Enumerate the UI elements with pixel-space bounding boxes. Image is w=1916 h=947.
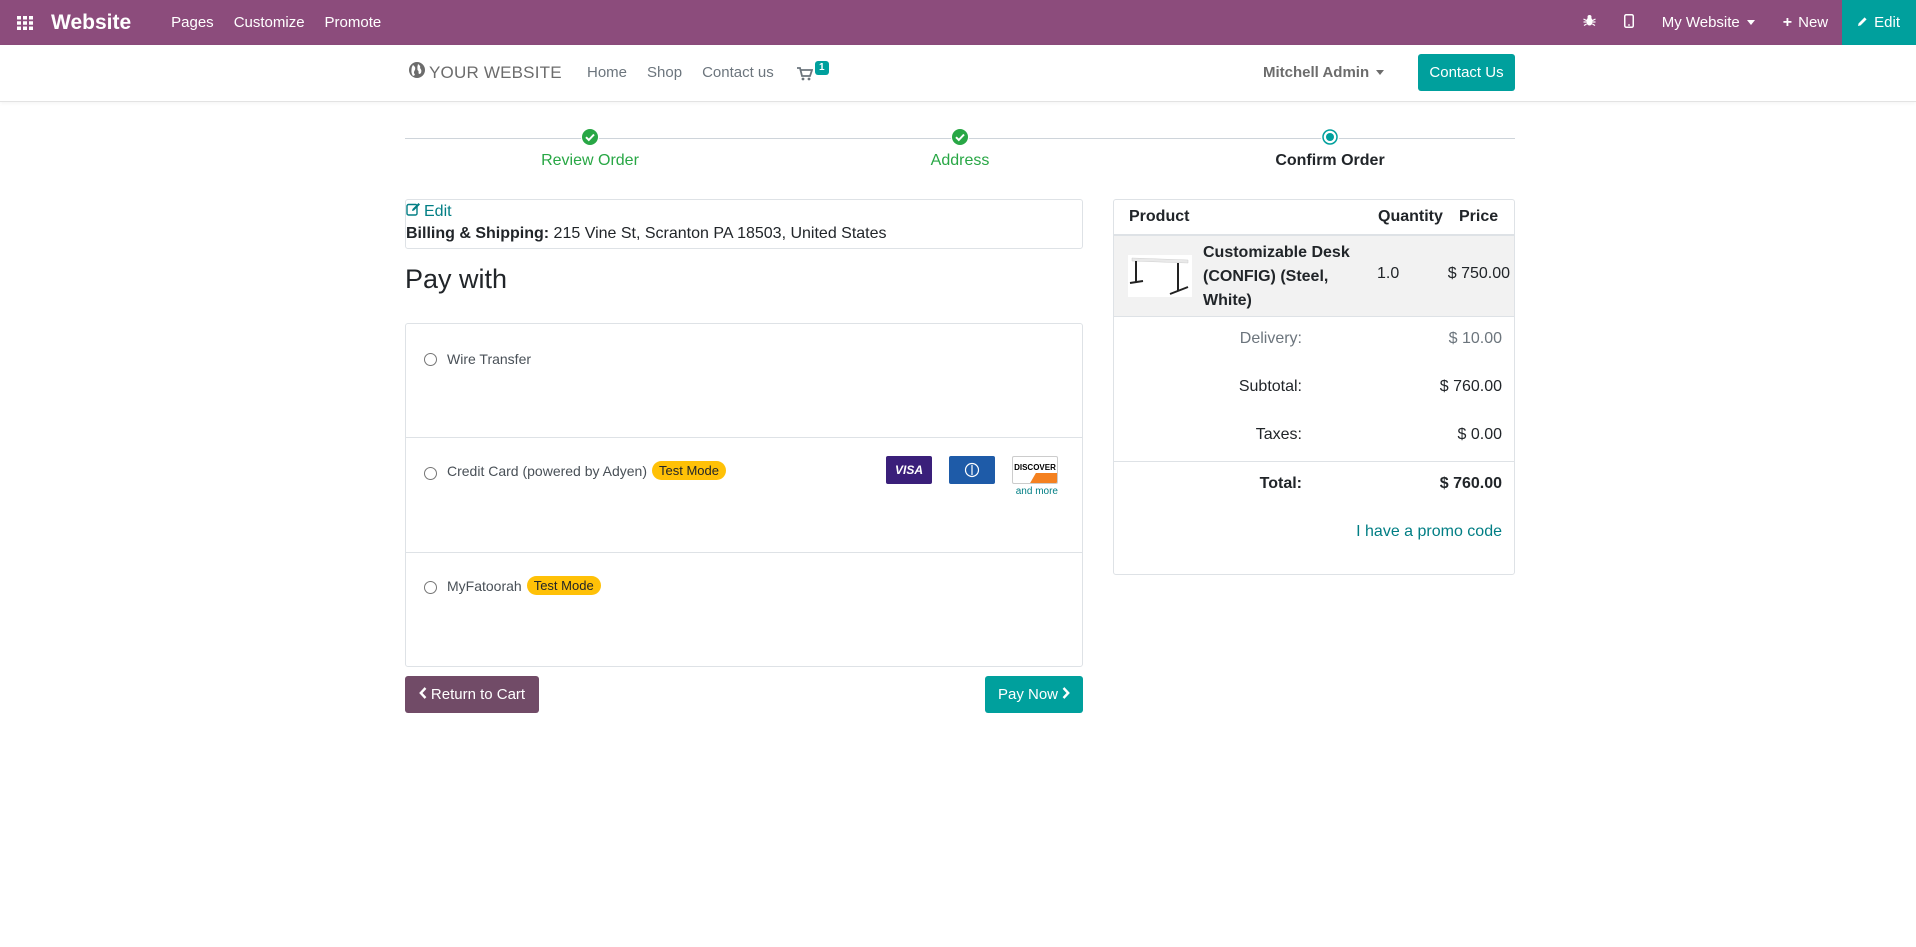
chevron-right-icon [1062, 686, 1070, 703]
plus-icon: + [1782, 13, 1793, 31]
step-label: Review Order [541, 152, 639, 169]
credit-card-label: Credit Card (powered by Adyen) [447, 462, 647, 479]
edit-button[interactable]: Edit [1842, 0, 1916, 45]
test-mode-badge: Test Mode [526, 576, 601, 595]
mobile-preview-button[interactable] [1610, 0, 1648, 45]
payment-methods: Wire Transfer Credit Card (powered by Ad… [405, 323, 1083, 667]
total-label: Total: [1259, 475, 1302, 492]
visa-card-icon: VISA [886, 456, 932, 484]
step-review-order[interactable]: Review Order [490, 128, 690, 170]
delivery-label: Delivery: [1239, 330, 1302, 347]
payment-option-label: Wire Transfer [447, 351, 531, 367]
cart-link[interactable]: 1 [797, 61, 833, 85]
admin-topbar: Website Pages Customize Promote My Websi… [0, 0, 1916, 45]
edit-address-label: Edit [424, 202, 452, 220]
product-price: $ 750.00 [1447, 265, 1510, 282]
column-product: Product [1129, 208, 1190, 225]
pay-now-label: Pay Now [997, 686, 1059, 703]
and-more-link[interactable]: and more [1016, 486, 1058, 497]
cart-count-badge: 1 [815, 61, 829, 75]
discover-text: DISCOVER [1014, 462, 1056, 472]
website-switcher-label: My Website [1661, 14, 1740, 31]
app-title[interactable]: Website [51, 11, 131, 35]
globe-icon [408, 61, 426, 84]
step-confirm-order: Confirm Order [1230, 128, 1430, 170]
edit-label: Edit [1874, 14, 1900, 31]
radio-wire-transfer[interactable] [424, 353, 437, 366]
diners-club-card-icon [949, 456, 995, 484]
address-line: Billing & Shipping: 215 Vine St, Scranto… [406, 225, 1082, 243]
step-label: Address [930, 152, 990, 169]
payment-option-credit-card[interactable]: Credit Card (powered by Adyen) Test Mode… [406, 438, 1082, 553]
website-switcher[interactable]: My Website [1648, 0, 1769, 45]
column-quantity: Quantity [1378, 208, 1443, 225]
promo-code-link[interactable]: I have a promo code [1356, 523, 1502, 541]
taxes-value: $ 0.00 [1457, 426, 1502, 443]
radio-credit-card[interactable] [424, 467, 437, 480]
test-mode-badge: Test Mode [652, 461, 726, 480]
new-label: New [1798, 14, 1829, 31]
chevron-down-icon [1746, 20, 1755, 25]
step-label: Confirm Order [1275, 152, 1385, 169]
menu-pages[interactable]: Pages [171, 14, 214, 31]
pencil-icon [1857, 14, 1868, 31]
subtotal-label: Subtotal: [1238, 378, 1302, 395]
discover-card-icon: DISCOVER [1012, 456, 1058, 484]
new-button[interactable]: + New [1769, 0, 1842, 45]
payment-option-myfatoorah[interactable]: MyFatoorah Test Mode [406, 553, 1082, 667]
product-quantity: 1.0 [1377, 265, 1400, 282]
order-line: Customizable Desk (CONFIG) (Steel, White… [1114, 236, 1514, 317]
total-divider [1114, 461, 1514, 462]
mobile-icon [1623, 13, 1634, 32]
return-to-cart-button[interactable]: Return to Cart [405, 676, 539, 713]
admin-menu: Pages Customize Promote [171, 14, 381, 31]
site-nav: Home Shop Contact us [587, 64, 774, 81]
pay-now-button[interactable]: Pay Now [985, 676, 1083, 713]
step-address[interactable]: Address [860, 128, 1060, 170]
user-name: Mitchell Admin [1263, 64, 1370, 81]
myfatoorah-label: MyFatoorah [447, 577, 522, 594]
admin-actions: My Website + New Edit [1569, 0, 1916, 45]
product-image[interactable] [1128, 255, 1192, 297]
nav-shop[interactable]: Shop [647, 64, 682, 81]
website-header: YOUR WEBSITE Home Shop Contact us 1 Mitc… [0, 45, 1916, 102]
address-heading: Billing & Shipping: [406, 225, 550, 242]
debug-button[interactable] [1569, 0, 1610, 45]
nav-contact[interactable]: Contact us [702, 64, 774, 81]
payment-option-wire-transfer[interactable]: Wire Transfer [406, 324, 1082, 438]
check-circle-icon [581, 128, 599, 146]
user-menu[interactable]: Mitchell Admin [1263, 64, 1385, 81]
order-summary: Product Quantity Price Customizable Desk… [1113, 199, 1515, 575]
edit-address-link[interactable]: Edit [406, 202, 1082, 221]
taxes-label: Taxes: [1255, 426, 1302, 443]
return-to-cart-label: Return to Cart [430, 686, 526, 703]
subtotal-value: $ 760.00 [1439, 378, 1502, 395]
column-price: Price [1459, 208, 1499, 225]
menu-customize[interactable]: Customize [234, 14, 305, 31]
total-value: $ 760.00 [1439, 475, 1502, 492]
current-step-icon [1321, 128, 1339, 146]
card-brands: VISA DISCOVER [886, 456, 1058, 484]
billing-shipping-box: Edit Billing & Shipping: 215 Vine St, Sc… [405, 199, 1083, 249]
payment-option-label: MyFatoorah Test Mode [447, 576, 601, 595]
check-circle-icon [951, 128, 969, 146]
logo-text: YOUR WEBSITE [429, 62, 562, 82]
chevron-down-icon [1376, 70, 1385, 75]
pay-with-title: Pay with [405, 264, 508, 294]
delivery-value: $ 10.00 [1448, 330, 1502, 347]
website-logo[interactable]: YOUR WEBSITE [408, 61, 562, 84]
apps-menu-icon[interactable] [0, 0, 49, 45]
payment-option-label: Credit Card (powered by Adyen) Test Mode [447, 461, 726, 480]
bug-icon [1582, 14, 1596, 31]
nav-home[interactable]: Home [587, 64, 627, 81]
product-name[interactable]: Customizable Desk (CONFIG) (Steel, White… [1203, 241, 1353, 313]
wire-transfer-label: Wire Transfer [447, 351, 532, 367]
cart-icon [797, 67, 814, 86]
address-value: 215 Vine St, Scranton PA 18503, United S… [553, 225, 887, 242]
menu-promote[interactable]: Promote [325, 14, 382, 31]
edit-icon [406, 202, 421, 221]
contact-us-button[interactable]: Contact Us [1418, 54, 1515, 91]
chevron-left-icon [419, 686, 427, 703]
radio-myfatoorah[interactable] [424, 581, 437, 594]
